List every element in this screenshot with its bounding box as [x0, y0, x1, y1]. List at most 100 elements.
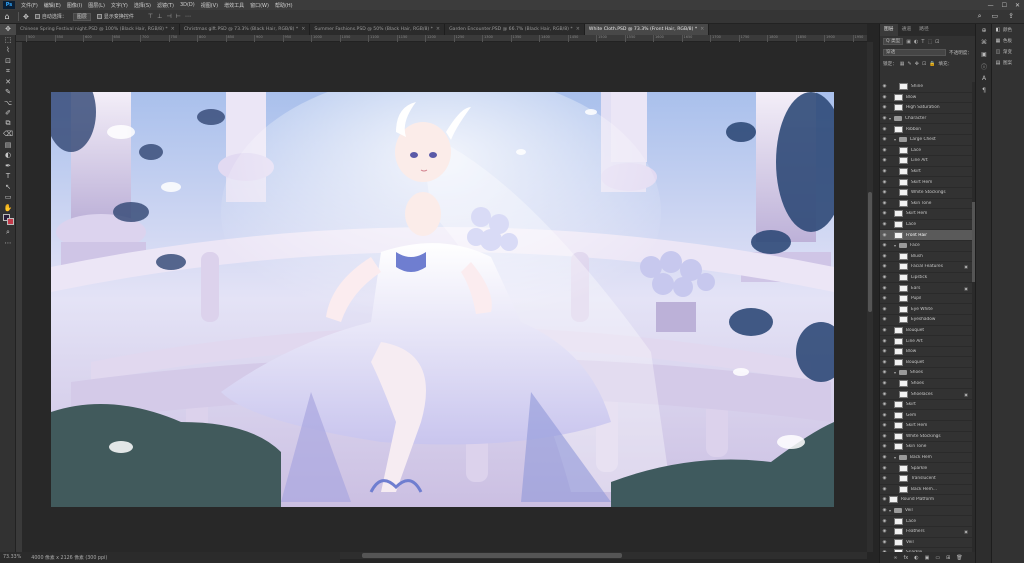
menu-item[interactable]: 视图(V)	[198, 2, 221, 9]
move-tool-icon[interactable]: ✥	[23, 13, 29, 21]
layer-row[interactable]: ◉ White Stockings	[880, 188, 972, 199]
dock-panel-item[interactable]: ▤ 图案	[992, 57, 1024, 68]
document-info[interactable]: 4000 像素 x 2126 像素 (300 ppi)	[31, 554, 107, 561]
visibility-eye-icon[interactable]: ◉	[880, 84, 889, 89]
dock-panel-item[interactable]: ◫ 渐变	[992, 46, 1024, 57]
visibility-eye-icon[interactable]: ◉	[880, 540, 889, 545]
auto-select-dropdown[interactable]: 图层	[72, 12, 91, 21]
tool-icon[interactable]: ⌥	[0, 98, 16, 109]
option-icon[interactable]: ⇪	[1008, 12, 1014, 21]
tool-icon[interactable]: ✎	[0, 87, 16, 98]
layer-row[interactable]: ◉ Skirt Hem	[880, 177, 972, 188]
visibility-eye-icon[interactable]: ◉	[880, 423, 889, 428]
home-icon[interactable]: ⌂	[0, 12, 14, 21]
panel-footer-icon[interactable]: ▭	[935, 555, 940, 561]
visibility-eye-icon[interactable]: ◉	[880, 317, 889, 322]
layer-row[interactable]: ◉ Ears ▣	[880, 283, 972, 294]
visibility-eye-icon[interactable]: ◉	[880, 243, 889, 248]
visibility-eye-icon[interactable]: ◉	[880, 434, 889, 439]
layer-row[interactable]: ◉ Sparkle	[880, 463, 972, 474]
visibility-eye-icon[interactable]: ◉	[880, 455, 889, 460]
dock-icon[interactable]: ▣	[976, 48, 992, 60]
tool-icon[interactable]: ✕	[0, 77, 16, 88]
canvas-area[interactable]	[22, 42, 867, 552]
document-tab[interactable]: Christmas gift.PSD @ 73.3% (Black Hair, …	[180, 24, 311, 35]
layer-row[interactable]: ◉ Ribbon	[880, 124, 972, 135]
visibility-eye-icon[interactable]: ◉	[880, 328, 889, 333]
layer-row[interactable]: ◉ Shoes	[880, 379, 972, 390]
visibility-eye-icon[interactable]: ◉	[880, 148, 889, 153]
visibility-eye-icon[interactable]: ◉	[880, 402, 889, 407]
layer-row[interactable]: ◉ Line Art	[880, 156, 972, 167]
visibility-eye-icon[interactable]: ◉	[880, 413, 889, 418]
layer-row[interactable]: ◉ Skirt	[880, 167, 972, 178]
minimize-button[interactable]: —	[988, 2, 994, 9]
tool-icon[interactable]: ⌇	[0, 45, 16, 56]
option-icon[interactable]: ▭	[992, 12, 999, 21]
visibility-eye-icon[interactable]: ◉	[880, 307, 889, 312]
menu-item[interactable]: 窗口(W)	[247, 2, 272, 9]
visibility-eye-icon[interactable]: ◉	[880, 519, 889, 524]
visibility-eye-icon[interactable]: ◉	[880, 296, 889, 301]
layer-row[interactable]: ◉ Translucent	[880, 474, 972, 485]
menu-item[interactable]: 3D(D)	[177, 2, 198, 9]
panel-tab[interactable]: 图层	[880, 24, 898, 36]
dock-panel-item[interactable]: ◧ 颜色	[992, 24, 1024, 35]
visibility-eye-icon[interactable]: ◉	[880, 137, 889, 142]
color-swatches[interactable]	[0, 213, 15, 227]
layer-row[interactable]: ◉ ▾ Veil	[880, 506, 972, 517]
tool-icon[interactable]: ⌫	[0, 129, 16, 140]
document-tab[interactable]: Chinese Spring Festival night.PSD @ 100%…	[16, 24, 180, 35]
menu-item[interactable]: 编辑(E)	[41, 2, 64, 9]
panel-footer-icon[interactable]: ∞	[893, 555, 897, 561]
visibility-eye-icon[interactable]: ◉	[880, 529, 889, 534]
visibility-eye-icon[interactable]: ◉	[880, 169, 889, 174]
visibility-eye-icon[interactable]: ◉	[880, 95, 889, 100]
layer-row[interactable]: ◉ Blush	[880, 252, 972, 263]
tool-icon[interactable]: ⊡	[0, 56, 16, 67]
visibility-eye-icon[interactable]: ◉	[880, 508, 889, 513]
menu-item[interactable]: 文字(Y)	[108, 2, 131, 9]
layer-row[interactable]: ◉ Back Hem...	[880, 485, 972, 496]
visibility-eye-icon[interactable]: ◉	[880, 444, 889, 449]
layer-row[interactable]: ◉ Shine	[880, 82, 972, 93]
dock-icon[interactable]: A	[976, 72, 992, 84]
menu-item[interactable]: 选择(S)	[131, 2, 154, 9]
close-icon[interactable]: ×	[576, 24, 580, 35]
layer-row[interactable]: ◉ Front Hair	[880, 230, 972, 241]
panel-tab[interactable]: 通道	[898, 24, 916, 36]
visibility-eye-icon[interactable]: ◉	[880, 497, 889, 502]
menu-item[interactable]: 文件(F)	[18, 2, 41, 9]
layer-row[interactable]: ◉ Blow	[880, 93, 972, 104]
maximize-button[interactable]: ☐	[1002, 2, 1007, 9]
visibility-eye-icon[interactable]: ◉	[880, 222, 889, 227]
tool-icon[interactable]: T	[0, 171, 16, 182]
tool-icon[interactable]: ✋	[0, 203, 16, 214]
layer-row[interactable]: ◉ Skin Tone	[880, 199, 972, 210]
tool-icon[interactable]: ▭	[0, 192, 16, 203]
scroll-thumb[interactable]	[868, 192, 872, 312]
zoom-level[interactable]: 73.33%	[3, 555, 21, 560]
visibility-eye-icon[interactable]: ◉	[880, 180, 889, 185]
visibility-eye-icon[interactable]: ◉	[880, 381, 889, 386]
layer-row[interactable]: ◉ Pupil	[880, 294, 972, 305]
lock-option-icon[interactable]: ▦	[900, 61, 905, 67]
visibility-eye-icon[interactable]: ◉	[880, 105, 889, 110]
lock-option-icon[interactable]: ✥	[915, 61, 919, 67]
visibility-eye-icon[interactable]: ◉	[880, 201, 889, 206]
visibility-eye-icon[interactable]: ◉	[880, 211, 889, 216]
close-icon[interactable]: ×	[700, 24, 704, 35]
layer-row[interactable]: ◉ High Saturation	[880, 103, 972, 114]
layer-row[interactable]: ◉ ▾ Back Hem	[880, 453, 972, 464]
scroll-thumb[interactable]	[362, 553, 622, 558]
document-tab[interactable]: Garden Encounter.PSD @ 66.7% (Black Hair…	[445, 24, 585, 35]
align-icon[interactable]: ⊤	[148, 13, 153, 20]
layer-row[interactable]: ◉ Bouquet	[880, 326, 972, 337]
document-tab[interactable]: White Cloth.PSD @ 73.3% (Front Hair, RGB…	[584, 24, 710, 35]
layer-row[interactable]: ◉ Lipstick	[880, 273, 972, 284]
panel-footer-icon[interactable]: ▣	[925, 555, 930, 561]
layer-row[interactable]: ◉ Feathers ▣	[880, 527, 972, 538]
transform-controls-checkbox[interactable]	[96, 14, 102, 19]
visibility-eye-icon[interactable]: ◉	[880, 233, 889, 238]
tool-icon[interactable]: ✒	[0, 161, 16, 172]
